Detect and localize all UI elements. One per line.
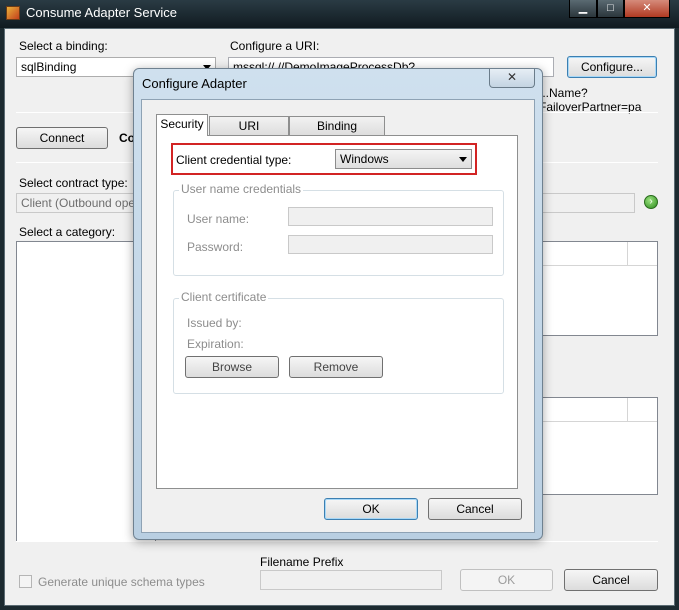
separator: [16, 541, 658, 542]
expiration-label: Expiration:: [187, 337, 244, 351]
user-credentials-group-label: User name credentials: [179, 182, 304, 196]
tab-uri-properties[interactable]: URI Properties: [209, 116, 289, 151]
dialog-title: Configure Adapter: [142, 76, 247, 91]
minimize-button[interactable]: ▁: [569, 0, 597, 18]
credential-type-label: Client credential type:: [176, 153, 292, 167]
main-window-titlebar: Consume Adapter Service ▁ □ ✕: [0, 0, 679, 28]
contract-label: Select contract type:: [19, 176, 128, 190]
main-window-title: Consume Adapter Service: [26, 5, 178, 20]
filename-prefix-input[interactable]: [260, 570, 442, 590]
go-arrow-icon[interactable]: ›: [644, 195, 658, 209]
close-button[interactable]: ✕: [624, 0, 670, 18]
generate-unique-checkbox[interactable]: [19, 575, 32, 588]
chevron-down-icon: [459, 157, 467, 162]
filename-prefix-label: Filename Prefix: [260, 555, 344, 569]
close-icon: ✕: [506, 70, 518, 84]
remove-button[interactable]: Remove: [289, 356, 383, 378]
added-operations-list[interactable]: [540, 397, 658, 495]
category-label: Select a category:: [19, 225, 116, 239]
security-tab-panel: Client credential type: Windows User nam…: [156, 135, 518, 489]
configure-adapter-dialog: Configure Adapter ✕ Security URI Propert…: [133, 68, 543, 540]
client-certificate-group-label: Client certificate: [179, 290, 269, 304]
generate-unique-label: Generate unique schema types: [38, 575, 205, 589]
uri-label: Configure a URI:: [230, 39, 320, 53]
operations-list[interactable]: [540, 241, 658, 336]
credential-type-value: Windows: [340, 152, 389, 166]
user-credentials-group: [173, 190, 504, 276]
search-input[interactable]: [540, 193, 635, 213]
dialog-client-area: Security URI Properties Binding Properti…: [141, 99, 535, 533]
maximize-button[interactable]: □: [597, 0, 624, 18]
dialog-cancel-button[interactable]: Cancel: [428, 498, 522, 520]
tab-binding-properties[interactable]: Binding Properties: [289, 116, 385, 151]
dialog-ok-button[interactable]: OK: [324, 498, 418, 520]
tab-security[interactable]: Security: [156, 114, 208, 136]
issued-by-label: Issued by:: [187, 316, 242, 330]
connect-button[interactable]: Connect: [16, 127, 108, 149]
main-ok-button[interactable]: OK: [460, 569, 553, 591]
app-icon: [6, 6, 20, 20]
uri-hint-text: ...Name?FailoverPartner=pa: [539, 86, 642, 114]
binding-select-value: sqlBinding: [21, 60, 77, 74]
password-label: Password:: [187, 240, 244, 254]
dialog-close-button[interactable]: ✕: [489, 69, 535, 88]
configure-button[interactable]: Configure...: [567, 56, 657, 78]
credential-type-select[interactable]: Windows: [335, 149, 472, 169]
user-name-label: User name:: [187, 212, 250, 226]
user-name-input[interactable]: [288, 207, 493, 226]
password-input[interactable]: [288, 235, 493, 254]
main-cancel-button[interactable]: Cancel: [564, 569, 658, 591]
browse-button[interactable]: Browse: [185, 356, 279, 378]
binding-label: Select a binding:: [19, 39, 108, 53]
